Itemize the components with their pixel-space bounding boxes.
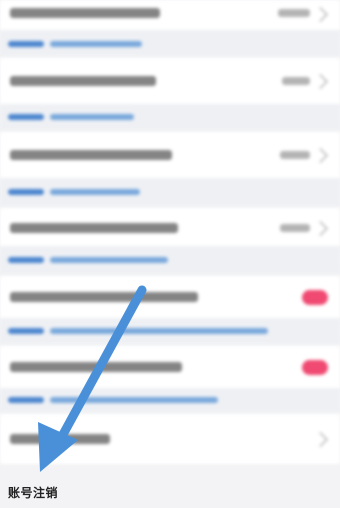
row-title xyxy=(10,362,182,372)
chevron-right-icon xyxy=(312,147,329,164)
settings-row[interactable] xyxy=(0,132,340,178)
chevron-right-icon xyxy=(312,6,329,23)
row-title xyxy=(10,292,198,302)
settings-row[interactable] xyxy=(0,208,340,246)
row-title xyxy=(10,434,110,444)
toggle-switch[interactable] xyxy=(302,360,328,375)
chevron-right-icon xyxy=(312,431,329,448)
settings-row[interactable] xyxy=(0,0,340,30)
settings-row[interactable] xyxy=(0,414,340,464)
row-description xyxy=(0,246,340,274)
row-description xyxy=(0,104,340,130)
row-status xyxy=(278,9,310,17)
row-description xyxy=(0,318,340,344)
row-title xyxy=(10,223,178,233)
row-title xyxy=(10,150,172,160)
row-status xyxy=(280,224,310,232)
account-cancel-label[interactable]: 账号注销 xyxy=(8,484,58,501)
settings-row[interactable] xyxy=(0,276,340,318)
row-status xyxy=(280,151,310,159)
row-description xyxy=(0,30,340,56)
row-title xyxy=(10,8,160,18)
chevron-right-icon xyxy=(312,73,329,90)
settings-row[interactable] xyxy=(0,58,340,104)
row-status xyxy=(282,77,310,85)
row-description xyxy=(0,388,340,412)
chevron-right-icon xyxy=(312,220,329,237)
row-title xyxy=(10,76,156,86)
toggle-switch[interactable] xyxy=(302,290,328,305)
settings-row[interactable] xyxy=(0,346,340,388)
settings-list xyxy=(0,0,340,470)
row-description xyxy=(0,178,340,206)
